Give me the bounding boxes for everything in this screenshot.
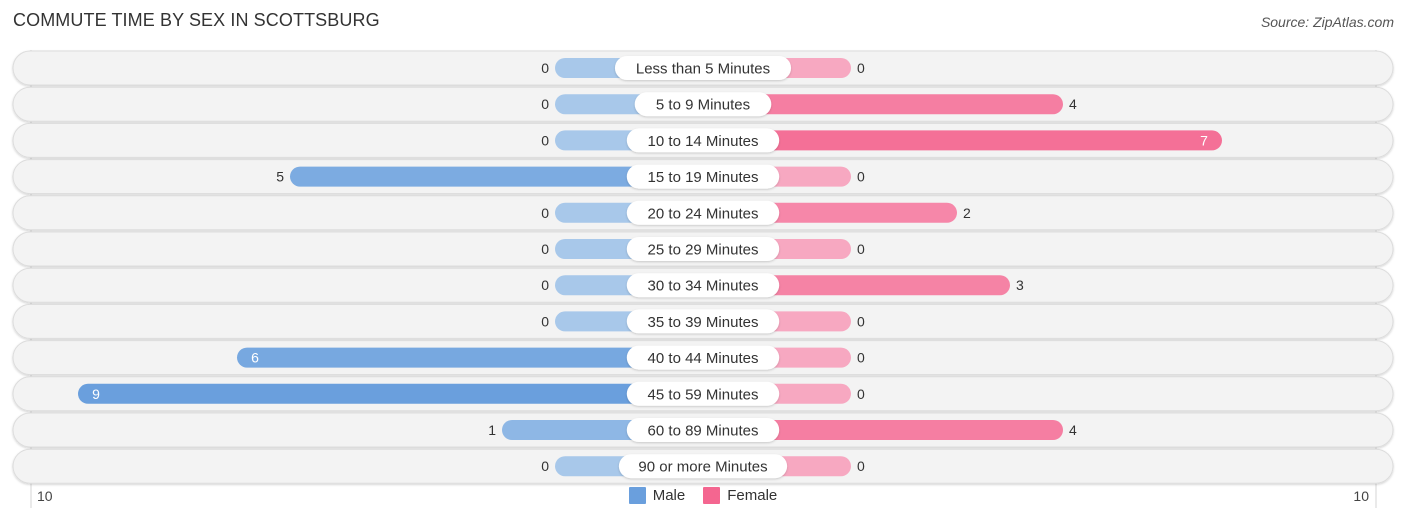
value-label-male: 6 — [251, 350, 259, 366]
value-label-male: 0 — [541, 132, 549, 148]
category-label: 35 to 39 Minutes — [648, 314, 759, 331]
legend-swatch-female — [703, 487, 721, 504]
value-label-female: 0 — [857, 241, 865, 257]
category-label: 45 to 59 Minutes — [648, 386, 759, 403]
category-label: 20 to 24 Minutes — [648, 205, 759, 222]
bar-male — [78, 383, 703, 404]
legend-item-female[interactable]: Female — [703, 487, 777, 504]
bar-row[interactable]: 45 to 59 Minutes 9 0 — [12, 376, 1394, 412]
bar-row[interactable]: 60 to 89 Minutes 1 4 — [12, 412, 1394, 448]
legend: Male Female — [0, 487, 1406, 504]
value-label-male: 0 — [541, 60, 549, 76]
category-label: Less than 5 Minutes — [636, 61, 770, 78]
value-label-female: 3 — [1016, 277, 1024, 293]
value-label-female: 4 — [1069, 96, 1077, 112]
value-label-male: 9 — [92, 386, 100, 402]
value-label-male: 0 — [541, 241, 549, 257]
value-label-female: 7 — [1200, 132, 1208, 148]
bar-row[interactable]: 20 to 24 Minutes 0 2 — [12, 195, 1394, 231]
category-label: 40 to 44 Minutes — [648, 350, 759, 367]
bar-row[interactable]: 30 to 34 Minutes 0 3 — [12, 267, 1394, 303]
chart-canvas: Less than 5 Minutes 0 0 5 to 9 Minutes 0 4 10 … — [12, 50, 1394, 508]
value-label-female: 0 — [857, 350, 865, 366]
value-label-male: 0 — [541, 96, 549, 112]
legend-label-male: Male — [652, 487, 686, 504]
bar-row[interactable]: 25 to 29 Minutes 0 0 — [12, 231, 1394, 267]
value-label-female: 0 — [857, 386, 865, 402]
value-label-female: 0 — [857, 169, 865, 185]
value-label-male: 1 — [488, 422, 496, 438]
category-label: 60 to 89 Minutes — [648, 423, 759, 440]
legend-item-male[interactable]: Male — [628, 487, 686, 504]
bar-row[interactable]: 40 to 44 Minutes 6 0 — [12, 340, 1394, 376]
category-label: 10 to 14 Minutes — [648, 133, 759, 150]
category-label: 25 to 29 Minutes — [648, 242, 759, 259]
bar-row[interactable]: 15 to 19 Minutes 5 0 — [12, 159, 1394, 195]
bar-row[interactable]: Less than 5 Minutes 0 0 — [12, 50, 1394, 86]
value-label-male: 0 — [541, 458, 549, 474]
value-label-male: 0 — [541, 313, 549, 329]
value-label-male: 5 — [276, 169, 284, 185]
value-label-female: 2 — [963, 205, 971, 221]
bar-row[interactable]: 35 to 39 Minutes 0 0 — [12, 303, 1394, 339]
bar-row[interactable]: 10 to 14 Minutes 0 7 — [12, 122, 1394, 158]
category-label: 15 to 19 Minutes — [648, 169, 759, 186]
value-label-male: 0 — [541, 277, 549, 293]
value-label-female: 0 — [857, 313, 865, 329]
value-label-male: 0 — [541, 205, 549, 221]
legend-label-female: Female — [727, 487, 778, 504]
value-label-female: 0 — [857, 60, 865, 76]
value-label-female: 4 — [1069, 422, 1077, 438]
category-label: 30 to 34 Minutes — [648, 278, 759, 295]
category-label: 5 to 9 Minutes — [656, 97, 750, 114]
bar-female — [703, 130, 1222, 151]
bar-row[interactable]: 90 or more Minutes 0 0 — [12, 448, 1394, 484]
category-label: 90 or more Minutes — [638, 459, 767, 476]
legend-swatch-male — [628, 487, 646, 504]
bar-row[interactable]: 5 to 9 Minutes 0 4 — [12, 86, 1394, 122]
value-label-female: 0 — [857, 458, 865, 474]
